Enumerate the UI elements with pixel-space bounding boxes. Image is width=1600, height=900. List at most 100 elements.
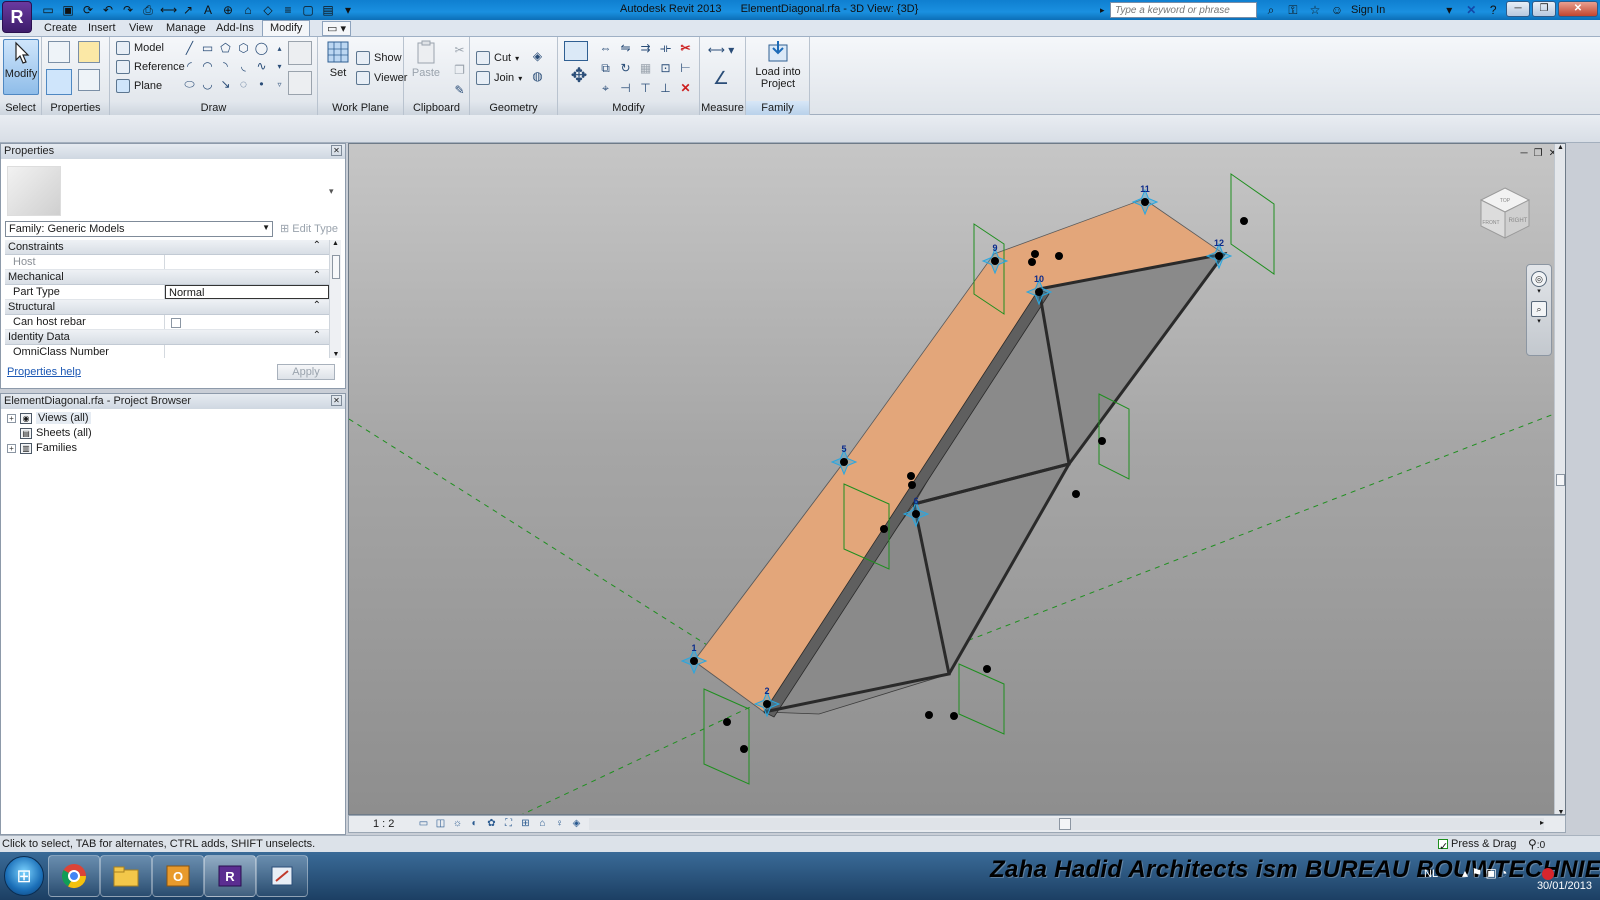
tab-view[interactable]: View <box>129 22 153 34</box>
tab-insert[interactable]: Insert <box>88 22 116 34</box>
viewport-vertical-scrollbar[interactable]: ▲ ▼ <box>1554 144 1565 814</box>
set-work-plane-button[interactable]: Set <box>320 39 356 83</box>
trim-extend-icon[interactable]: ⟛ <box>658 41 673 56</box>
taskbar-explorer[interactable] <box>100 855 152 897</box>
crop-view-icon[interactable]: ⛶ <box>502 817 515 830</box>
chevron-down-icon[interactable]: ▾ <box>1527 317 1551 325</box>
start-end-arc-icon[interactable]: ◜ <box>182 59 197 74</box>
text-icon[interactable]: ⊕ <box>220 2 236 18</box>
search-input[interactable]: Type a keyword or phrase <box>1110 2 1257 18</box>
match-type-icon[interactable]: ✎ <box>452 83 467 98</box>
tab-add-ins[interactable]: Add-Ins <box>216 22 254 34</box>
close-icon[interactable]: ✕ <box>331 145 342 156</box>
tab-manage[interactable]: Manage <box>166 22 206 34</box>
model-canvas[interactable]: 12569101112 <box>349 144 1554 815</box>
group-structural[interactable]: Structural ⌃ <box>5 300 329 315</box>
tree-item-families[interactable]: + ▥ Families <box>7 442 77 454</box>
gallery-more-icon[interactable]: ▿ <box>272 77 287 92</box>
split-gap-icon[interactable]: ⊥ <box>658 81 673 96</box>
part-type-field[interactable]: Normal <box>165 285 329 299</box>
press-drag-checkbox[interactable]: ✓ <box>1438 839 1448 853</box>
pick-face-icon[interactable]: ◌ <box>236 77 251 92</box>
shadows-icon[interactable]: ◐ <box>468 817 481 830</box>
selection-filter-icon[interactable]: ⚲:0 <box>1528 837 1545 851</box>
tree-item-views[interactable]: + ◉ Views (all) <box>7 412 91 424</box>
copy-clipboard-icon[interactable]: ❐ <box>452 63 467 78</box>
detail-level-icon[interactable]: ▭ <box>417 817 430 830</box>
align-icon[interactable] <box>564 41 588 61</box>
fillet-arc-icon[interactable]: ◟ <box>236 59 251 74</box>
save-icon[interactable]: ▣ <box>60 2 76 18</box>
exchange-apps-icon[interactable]: ✕ <box>1463 2 1479 18</box>
tab-modify[interactable]: Modify <box>262 20 311 36</box>
group-constraints[interactable]: Constraints ⌃ <box>5 240 329 255</box>
mirror-draw-icon[interactable]: ⇋ <box>618 41 633 56</box>
scroll-thumb[interactable] <box>331 255 340 279</box>
open-icon[interactable]: ▭ <box>40 2 56 18</box>
split-element-icon[interactable]: ✂ <box>678 41 693 56</box>
reference-line-button[interactable]: Reference <box>116 60 185 74</box>
center-ends-arc-icon[interactable]: ◠ <box>200 59 215 74</box>
scroll-up-icon[interactable]: ▲ <box>1555 144 1565 151</box>
measure-distance-icon[interactable]: ⟷ ▾ <box>706 43 736 58</box>
chevron-down-icon[interactable]: ▾ <box>1527 287 1551 295</box>
cut-geometry-button[interactable]: Cut ▾ <box>476 51 519 65</box>
unpin-icon[interactable]: ⊢ <box>678 61 693 76</box>
restore-button[interactable]: ❐ <box>1532 1 1556 17</box>
section-icon[interactable]: ◇ <box>260 2 276 18</box>
undo-icon[interactable]: ↶ <box>100 2 116 18</box>
view-scale[interactable]: 1 : 2 <box>373 818 394 830</box>
type-selector-dropdown-icon[interactable]: ▾ <box>329 186 334 197</box>
language-indicator[interactable]: NL <box>1424 868 1438 880</box>
render-icon[interactable]: ✿ <box>485 817 498 830</box>
reference-plane-button[interactable]: Plane <box>116 79 162 93</box>
minimize-view-icon[interactable]: ─ <box>1521 148 1528 159</box>
move-icon[interactable]: ✥ <box>568 66 590 91</box>
paste-button[interactable]: Paste <box>408 39 444 83</box>
scale-icon[interactable]: ⊡ <box>658 61 673 76</box>
thin-lines-icon[interactable]: ≡ <box>280 2 296 18</box>
tag-icon[interactable]: A <box>200 2 216 18</box>
lock-3d-view-icon[interactable]: ⌂ <box>536 817 549 830</box>
mirror-axis-icon[interactable]: ⇔ <box>598 41 613 56</box>
load-into-project-button[interactable]: Load into Project <box>746 39 810 90</box>
close-button[interactable]: ✕ <box>1558 1 1598 17</box>
taskbar-snipping-tool[interactable] <box>256 855 308 897</box>
apply-button[interactable]: Apply <box>277 364 335 380</box>
gallery-up-icon[interactable]: ▴ <box>272 41 287 56</box>
extend-icon[interactable]: ⊤ <box>638 81 653 96</box>
copy-icon[interactable]: ⧉ <box>598 61 613 76</box>
family-type-selector[interactable]: Family: Generic Models ▼ <box>5 221 273 237</box>
taskbar-revit[interactable]: R <box>204 855 256 897</box>
group-identity-data[interactable]: Identity Data ⌃ <box>5 330 329 345</box>
angular-dimension-icon[interactable]: ∠ <box>706 69 736 87</box>
application-menu-button[interactable]: R <box>2 1 32 33</box>
scroll-up-icon[interactable]: ▲ <box>330 240 341 247</box>
ellipse-icon[interactable]: ⬭ <box>182 77 197 92</box>
delete-icon[interactable]: ✕ <box>678 81 693 96</box>
reveal-hidden-icon[interactable]: ◈ <box>570 817 583 830</box>
viewport-horizontal-scrollbar[interactable]: ▸ <box>589 818 1544 830</box>
scroll-down-icon[interactable]: ▼ <box>330 351 342 358</box>
join-geometry-button[interactable]: Join ▾ <box>476 71 522 85</box>
taskbar-outlook[interactable]: O <box>152 855 204 897</box>
circumscribed-polygon-icon[interactable]: ⬡ <box>236 41 251 56</box>
rectangle-icon[interactable]: ▭ <box>200 41 215 56</box>
taskbar-chrome[interactable] <box>48 855 100 897</box>
binoculars-icon[interactable]: ⌕ <box>1263 2 1279 18</box>
trim-icon[interactable]: ⊣ <box>618 81 633 96</box>
show-crop-icon[interactable]: ⊞ <box>519 817 532 830</box>
paint-icon[interactable]: ◍ <box>530 69 545 84</box>
temporary-hide-icon[interactable]: ♀ <box>553 817 566 830</box>
pick-lines-icon[interactable]: ↘ <box>218 77 233 92</box>
customize-qat-icon[interactable]: ▾ <box>340 2 356 18</box>
tray-icons[interactable]: ▴ ⚑ ▣ ◔ <box>1462 866 1507 880</box>
group-mechanical[interactable]: Mechanical ⌃ <box>5 270 329 285</box>
family-types-icon[interactable] <box>78 41 100 63</box>
print-icon[interactable]: ⎙ <box>140 2 156 18</box>
property-value[interactable] <box>165 345 329 358</box>
measure-icon[interactable]: ⟷ <box>160 2 177 18</box>
scroll-thumb[interactable] <box>1059 818 1071 830</box>
switch-windows-icon[interactable]: ▤ <box>320 2 336 18</box>
view-cube[interactable]: TOP FRONT RIGHT <box>1477 184 1533 242</box>
